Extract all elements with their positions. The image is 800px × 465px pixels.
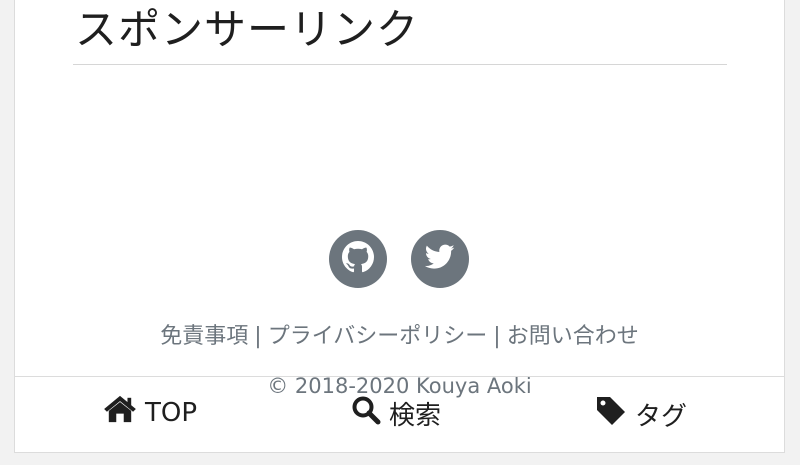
nav-top-button[interactable]: TOP bbox=[103, 395, 197, 430]
footer-links: 免責事項 | プライバシーポリシー | お問い合わせ bbox=[15, 318, 784, 350]
tag-icon bbox=[595, 395, 635, 434]
github-link[interactable] bbox=[329, 230, 387, 288]
link-separator: | bbox=[493, 324, 501, 349]
nav-tag-button[interactable]: タグ bbox=[595, 395, 687, 434]
contact-link[interactable]: お問い合わせ bbox=[507, 324, 639, 349]
home-icon bbox=[103, 395, 145, 430]
section-heading: スポンサーリンク bbox=[75, 5, 420, 54]
page-content: スポンサーリンク 免責事項 | プライバシーポリシー | お問い合わせ © 2018-2… bbox=[14, 0, 785, 453]
nav-search-label: 検索 bbox=[389, 401, 442, 431]
nav-tag-label: タグ bbox=[635, 402, 688, 432]
link-separator: | bbox=[254, 324, 262, 349]
heading-divider bbox=[73, 64, 727, 65]
github-icon bbox=[342, 241, 374, 277]
disclaimer-link[interactable]: 免責事項 bbox=[160, 324, 248, 349]
twitter-icon bbox=[424, 244, 455, 274]
privacy-policy-link[interactable]: プライバシーポリシー bbox=[268, 324, 488, 349]
nav-top-label: TOP bbox=[145, 397, 198, 428]
search-icon bbox=[351, 395, 389, 432]
nav-search-button[interactable]: 検索 bbox=[351, 395, 441, 432]
bottom-navigation: TOP 検索 タグ bbox=[15, 376, 784, 452]
twitter-link[interactable] bbox=[411, 230, 469, 288]
